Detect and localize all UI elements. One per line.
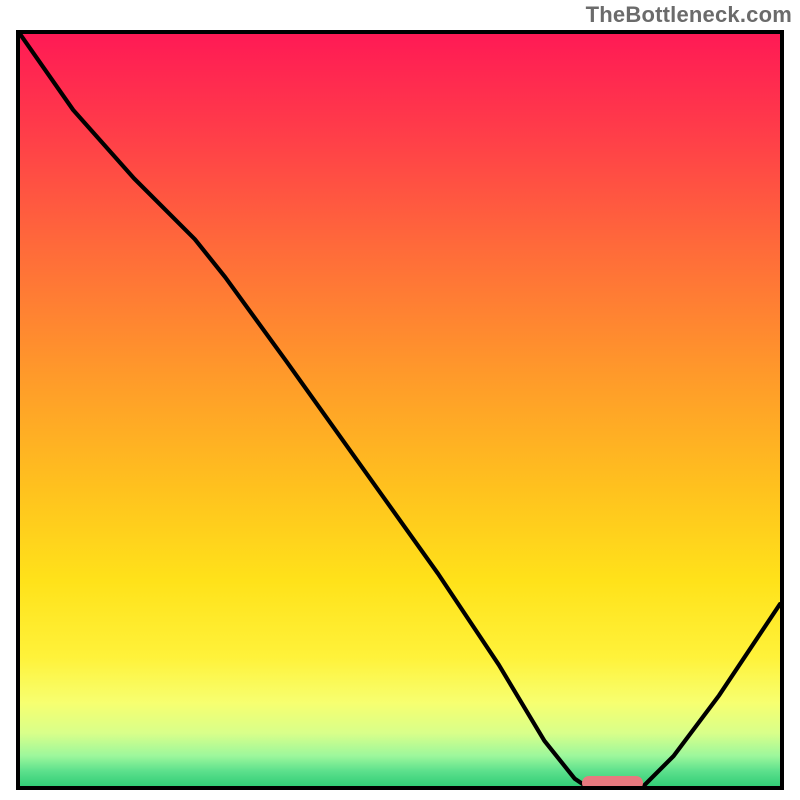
watermark-text: TheBottleneck.com [586,2,792,28]
bottleneck-curve [20,34,780,790]
optimal-marker [582,776,643,790]
curve-path [20,34,780,790]
bottleneck-plot [16,30,784,790]
